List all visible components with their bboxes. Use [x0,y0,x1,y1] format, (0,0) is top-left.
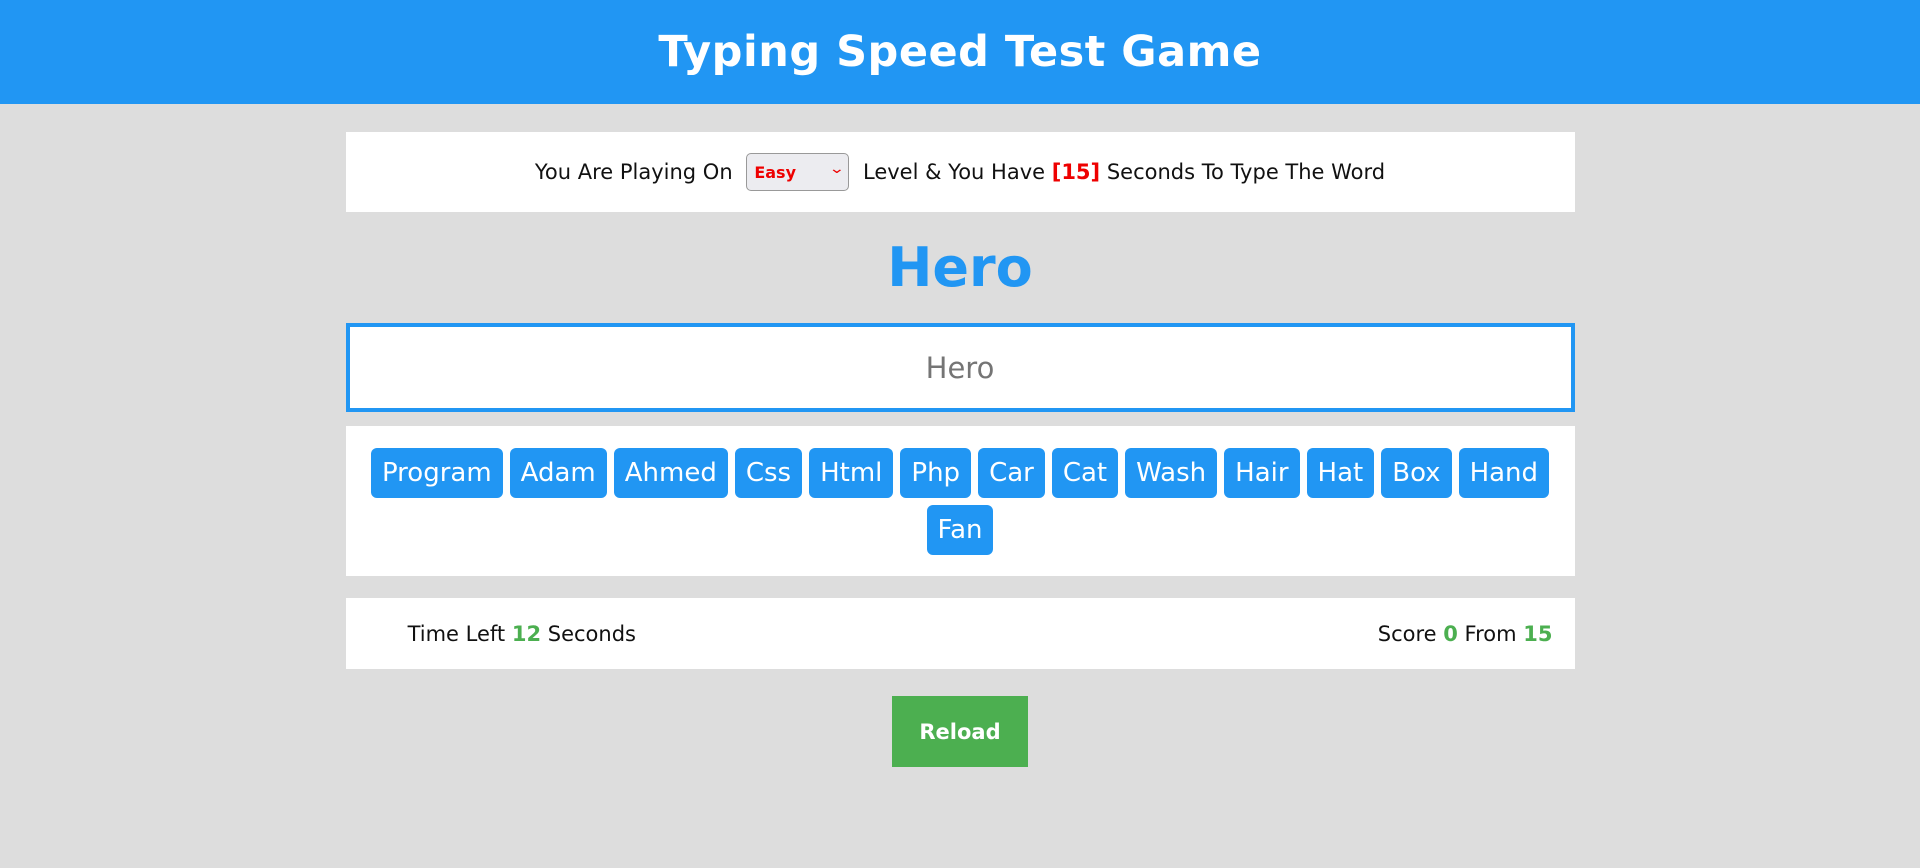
reload-button[interactable]: Reload [892,696,1028,767]
message-middle: Level & You Have [856,160,1052,184]
reload-wrapper: Reload [346,696,1575,767]
upcoming-word: Car [978,448,1045,498]
time-label: Time Left [407,621,512,646]
current-word: Hero [887,236,1033,299]
score-value: 0 [1443,621,1458,646]
upcoming-word: Fan [926,505,994,555]
level-select-wrapper: Easy ⌄ [739,153,856,191]
upcoming-word: Hair [1224,448,1300,498]
upcoming-word: Css [734,448,803,498]
time-value: 12 [511,621,542,646]
upcoming-word: Html [809,448,894,498]
upcoming-word: Hand [1458,448,1550,498]
upcoming-word: Adam [509,448,607,498]
upcoming-word: Hat [1306,448,1375,498]
message-suffix: Seconds To Type The Word [1100,160,1386,184]
score-label: Score [1377,621,1444,646]
level-select[interactable]: Easy [746,153,850,191]
game-container: You Are Playing On Easy ⌄ Level & You Ha… [345,132,1575,767]
upcoming-word: Box [1381,448,1452,498]
upcoming-word: Cat [1051,448,1119,498]
upcoming-words: Program Adam Ahmed Css Html Php Car Cat Wash Hair… [345,426,1575,576]
upcoming-word: Program [370,448,503,498]
score-from-label: From [1457,621,1524,646]
level-message: You Are Playing On Easy ⌄ Level & You Ha… [345,132,1575,212]
time-left: Time Left 12 Seconds [368,598,636,670]
upcoming-word: Wash [1125,448,1218,498]
upcoming-word: Ahmed [613,448,728,498]
page-title: Typing Speed Test Game [658,27,1262,77]
score-total: 15 [1523,621,1553,646]
game-status-bar: Time Left 12 Seconds Score 0 From 15 [345,598,1575,670]
score: Score 0 From 15 [1338,598,1553,670]
level-seconds: [15] [1051,160,1101,184]
upcoming-word: Php [900,448,972,498]
time-suffix: Seconds [541,621,636,646]
page-header: Typing Speed Test Game [0,0,1920,104]
message-prefix: You Are Playing On [534,160,740,184]
word-input[interactable] [345,323,1575,412]
